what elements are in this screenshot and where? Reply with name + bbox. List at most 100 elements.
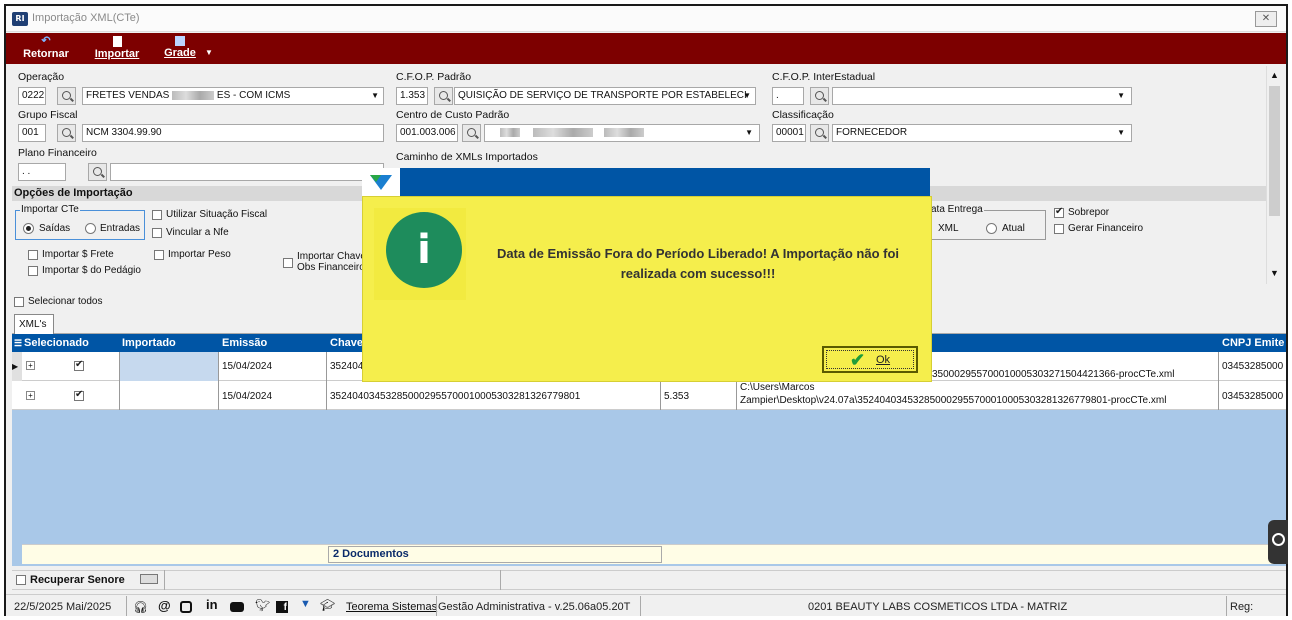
cfop-interestadual-code-input[interactable]: .	[772, 87, 804, 105]
scroll-down-icon[interactable]: ▼	[1270, 268, 1279, 278]
caminho-label: Caminho de XMLs Importados	[396, 151, 538, 163]
cfop-interestadual-select[interactable]: ▼	[832, 87, 1132, 105]
plano-financeiro-select[interactable]	[110, 163, 384, 181]
col-cnpj[interactable]: CNPJ Emite	[1222, 334, 1284, 352]
classificacao-select[interactable]: FORNECEDOR ▼	[832, 124, 1132, 142]
divider	[164, 570, 165, 590]
scroll-up-icon[interactable]: ▲	[1270, 70, 1279, 80]
col-chave[interactable]: Chave	[330, 334, 363, 352]
grupo-fiscal-label: Grupo Fiscal	[18, 109, 78, 121]
scrollbar-thumb[interactable]	[1269, 86, 1280, 216]
at-icon[interactable]: @	[158, 598, 171, 613]
graduation-cap-icon[interactable]: 🎓︎	[320, 598, 335, 612]
status-reg: Reg: BELEZI	[1230, 601, 1254, 613]
entradas-radio[interactable]	[85, 223, 96, 234]
bottom-options-bar	[12, 570, 1286, 590]
selecionar-todos-checkbox[interactable]	[14, 297, 24, 307]
search-icon[interactable]	[57, 124, 76, 142]
utilizar-situacao-checkbox[interactable]	[152, 210, 162, 220]
search-icon[interactable]	[88, 163, 107, 181]
divider	[640, 596, 641, 616]
tab-xmls[interactable]: XML's	[14, 314, 54, 334]
search-icon[interactable]	[57, 87, 76, 105]
expand-icon[interactable]: +	[26, 361, 35, 370]
importar-pedagio-label: Importar $ do Pedágio	[42, 265, 141, 276]
teorema-link[interactable]: Teorema Sistemas	[346, 596, 437, 618]
search-icon[interactable]	[434, 87, 453, 105]
grade-label: Grade	[164, 47, 196, 59]
centro-custo-select[interactable]: ▼	[484, 124, 760, 142]
ok-label: Ok	[876, 354, 891, 366]
status-version: Gestão Administrativa - v.25.06a05.20T	[438, 601, 631, 613]
operacao-value-suffix: ES - COM ICMS	[216, 90, 291, 101]
cfop-padrao-value: QUISIÇÃO DE SERVIÇO DE TRANSPORTE POR ES…	[458, 90, 747, 101]
path-cell: 350002955700010005303271504421366-procCT…	[932, 369, 1175, 380]
col-emissao[interactable]: Emissão	[222, 334, 267, 352]
path-cell-line1: C:\Users\Marcos	[740, 382, 815, 393]
sobrepor-label: Sobrepor	[1068, 207, 1110, 218]
col-importado[interactable]: Importado	[122, 334, 176, 352]
status-date: 22/5/2025 Mai/2025	[14, 601, 112, 613]
chevron-down-icon: ▼	[745, 128, 753, 137]
importar-chave-checkbox[interactable]	[283, 258, 293, 268]
expand-icon[interactable]: +	[26, 391, 35, 400]
cnpj-cell: 03453285000	[1222, 361, 1284, 372]
cfop-padrao-select[interactable]: QUISIÇÃO DE SERVIÇO DE TRANSPORTE POR ES…	[454, 87, 756, 105]
grupo-fiscal-select[interactable]: NCM 3304.99.90	[82, 124, 384, 142]
chevron-down-icon: ▼	[1117, 91, 1125, 100]
plano-financeiro-label: Plano Financeiro	[18, 147, 97, 159]
recuperar-checkbox[interactable]	[16, 575, 26, 585]
divider	[436, 596, 437, 616]
vincular-nfe-checkbox[interactable]	[152, 228, 162, 238]
linkedin-icon[interactable]: in	[206, 597, 218, 612]
chevron-down-icon: ▼	[371, 91, 379, 100]
divider	[500, 570, 501, 590]
importar-chave-label: Importar Chave	[297, 251, 366, 262]
centro-custo-code-input[interactable]: 001.003.006	[396, 124, 458, 142]
entradas-label: Entradas	[100, 223, 141, 234]
close-button[interactable]: ✕	[1255, 11, 1277, 27]
twitter-icon[interactable]: 🐦︎	[255, 598, 270, 612]
saidas-radio[interactable]	[23, 223, 34, 234]
search-icon[interactable]	[810, 87, 829, 105]
grade-button[interactable]: Grade	[160, 36, 200, 59]
youtube-icon[interactable]	[230, 602, 244, 612]
plano-financeiro-code-input[interactable]: . .	[18, 163, 66, 181]
classificacao-code-input[interactable]: 00001	[772, 124, 806, 142]
keyboard-icon[interactable]	[140, 574, 158, 584]
row-selected-checkbox[interactable]	[74, 359, 84, 371]
row-selected-checkbox[interactable]	[74, 389, 84, 401]
search-icon[interactable]	[462, 124, 481, 142]
classificacao-label: Classificação	[772, 109, 834, 121]
column-menu-icon[interactable]: ☰	[14, 334, 22, 352]
operacao-code-input[interactable]: 0222	[18, 87, 46, 105]
importar-button[interactable]: Importar	[90, 36, 144, 60]
cfop-padrao-code-input[interactable]: 1.353	[396, 87, 428, 105]
instagram-icon[interactable]	[180, 601, 192, 613]
path-cell-line2: Zampier\Desktop\v24.07a\3524040345328500…	[740, 395, 1167, 406]
grade-dropdown-icon[interactable]: ▼	[205, 48, 213, 57]
operacao-select[interactable]: FRETES VENDAS ES - COM ICMS ▼	[82, 87, 384, 105]
col-selecionado[interactable]: Selecionado	[24, 334, 89, 352]
form-scrollbar[interactable]: ▲ ▼	[1266, 66, 1282, 284]
importar-frete-checkbox[interactable]	[28, 250, 38, 260]
importar-pedagio-checkbox[interactable]	[28, 266, 38, 276]
retornar-button[interactable]: ↶ Retornar	[20, 36, 72, 61]
ok-button[interactable]: ✔ Ok	[822, 346, 918, 373]
dialog-message: Data de Emissão Fora do Período Liberado…	[496, 246, 900, 281]
facebook-icon[interactable]: f	[276, 601, 288, 613]
teorema-logo-icon	[370, 175, 392, 190]
column-divider	[660, 381, 661, 410]
dialog-logo	[362, 168, 400, 196]
status-bar	[6, 594, 1286, 616]
importar-peso-checkbox[interactable]	[154, 250, 164, 260]
side-panel-handle[interactable]	[1268, 520, 1288, 564]
emissao-cell: 15/04/2024	[222, 391, 273, 402]
grupo-fiscal-code-input[interactable]: 001	[18, 124, 46, 142]
headset-icon[interactable]: 🎧︎	[133, 600, 148, 614]
gerar-financeiro-checkbox[interactable]	[1054, 224, 1064, 234]
search-icon[interactable]	[810, 124, 829, 142]
document-count: 2 Documentos	[328, 546, 662, 563]
atual-radio[interactable]	[986, 223, 997, 234]
sobrepor-checkbox[interactable]	[1054, 206, 1064, 218]
